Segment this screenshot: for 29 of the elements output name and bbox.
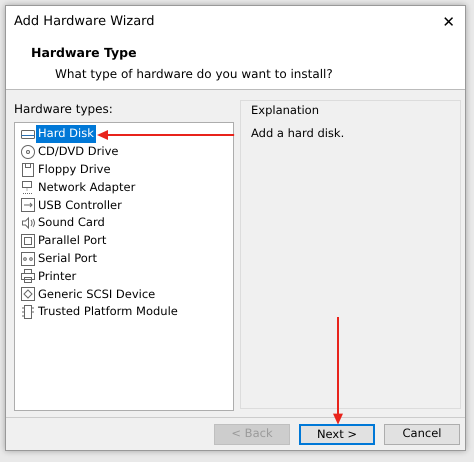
wizard-button[interactable]: Cancel — [384, 424, 460, 445]
printer-icon — [20, 268, 36, 284]
list-item[interactable]: USB Controller — [36, 196, 124, 214]
list-item[interactable]: Printer — [36, 268, 78, 286]
header-subtitle: What type of hardware do you want to install? — [54, 66, 334, 83]
group-label: Explanation — [249, 102, 321, 120]
list-item[interactable]: Floppy Drive — [36, 161, 113, 178]
explanation-text: Add a hard disk. — [250, 125, 346, 142]
list-item[interactable]: Parallel Port — [36, 232, 108, 250]
list-label: Hardware types: — [14, 101, 114, 118]
device-icon — [20, 286, 36, 302]
list-item[interactable]: Trusted Platform Module — [36, 303, 180, 321]
port-icon — [20, 250, 36, 267]
port-icon — [20, 232, 36, 249]
close-button[interactable]: ✕ — [442, 10, 455, 34]
window-title: Add Hardware Wizard — [14, 13, 155, 32]
speaker-icon — [20, 215, 36, 232]
list-item[interactable]: Hard Disk — [36, 125, 96, 143]
list-item[interactable]: Generic SCSI Device — [36, 286, 158, 303]
header-title: Hardware Type — [31, 44, 138, 62]
list-item[interactable]: Network Adapter — [36, 178, 138, 196]
wizard-button[interactable]: Next > — [299, 424, 375, 445]
list-item[interactable]: Serial Port — [36, 250, 99, 268]
list-item[interactable]: CD/DVD Drive — [36, 143, 120, 160]
floppy-icon — [20, 162, 36, 178]
chip-icon — [20, 304, 36, 320]
disc-icon — [20, 144, 36, 160]
list-item[interactable]: Sound Card — [36, 214, 107, 232]
usb-icon — [20, 197, 36, 214]
